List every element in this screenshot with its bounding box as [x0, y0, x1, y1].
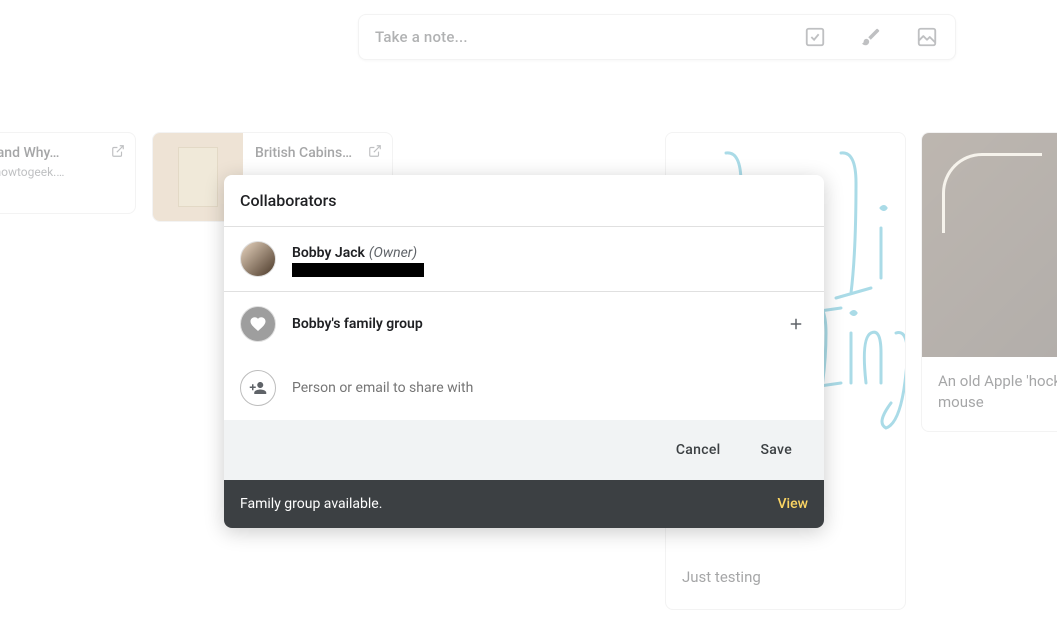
banner-message: Family group available. [240, 496, 382, 512]
cancel-button[interactable]: Cancel [668, 436, 729, 464]
collaborator-info: Bobby Jack (Owner) [292, 242, 808, 277]
save-button[interactable]: Save [753, 436, 800, 464]
family-group-icon [240, 306, 276, 342]
collaborator-email-redacted [292, 263, 424, 277]
collaborator-role: (Owner) [369, 245, 417, 261]
family-group-banner: Family group available. View [224, 480, 824, 528]
add-family-group-button[interactable] [784, 312, 808, 336]
person-add-icon [240, 370, 276, 406]
dialog-title: Collaborators [224, 175, 824, 227]
collaborators-dialog: Collaborators Bobby Jack (Owner) Bobby's… [224, 175, 824, 528]
collaborator-owner-row: Bobby Jack (Owner) [224, 227, 824, 292]
collaborator-name: Bobby Jack [292, 245, 365, 261]
dialog-footer: Cancel Save [224, 420, 824, 480]
share-input-row [224, 356, 824, 420]
share-email-input[interactable] [292, 380, 808, 396]
family-group-row: Bobby's family group [224, 292, 824, 356]
family-group-info: Bobby's family group [292, 316, 768, 332]
banner-view-button[interactable]: View [778, 496, 809, 512]
avatar [240, 241, 276, 277]
family-group-name: Bobby's family group [292, 316, 768, 332]
